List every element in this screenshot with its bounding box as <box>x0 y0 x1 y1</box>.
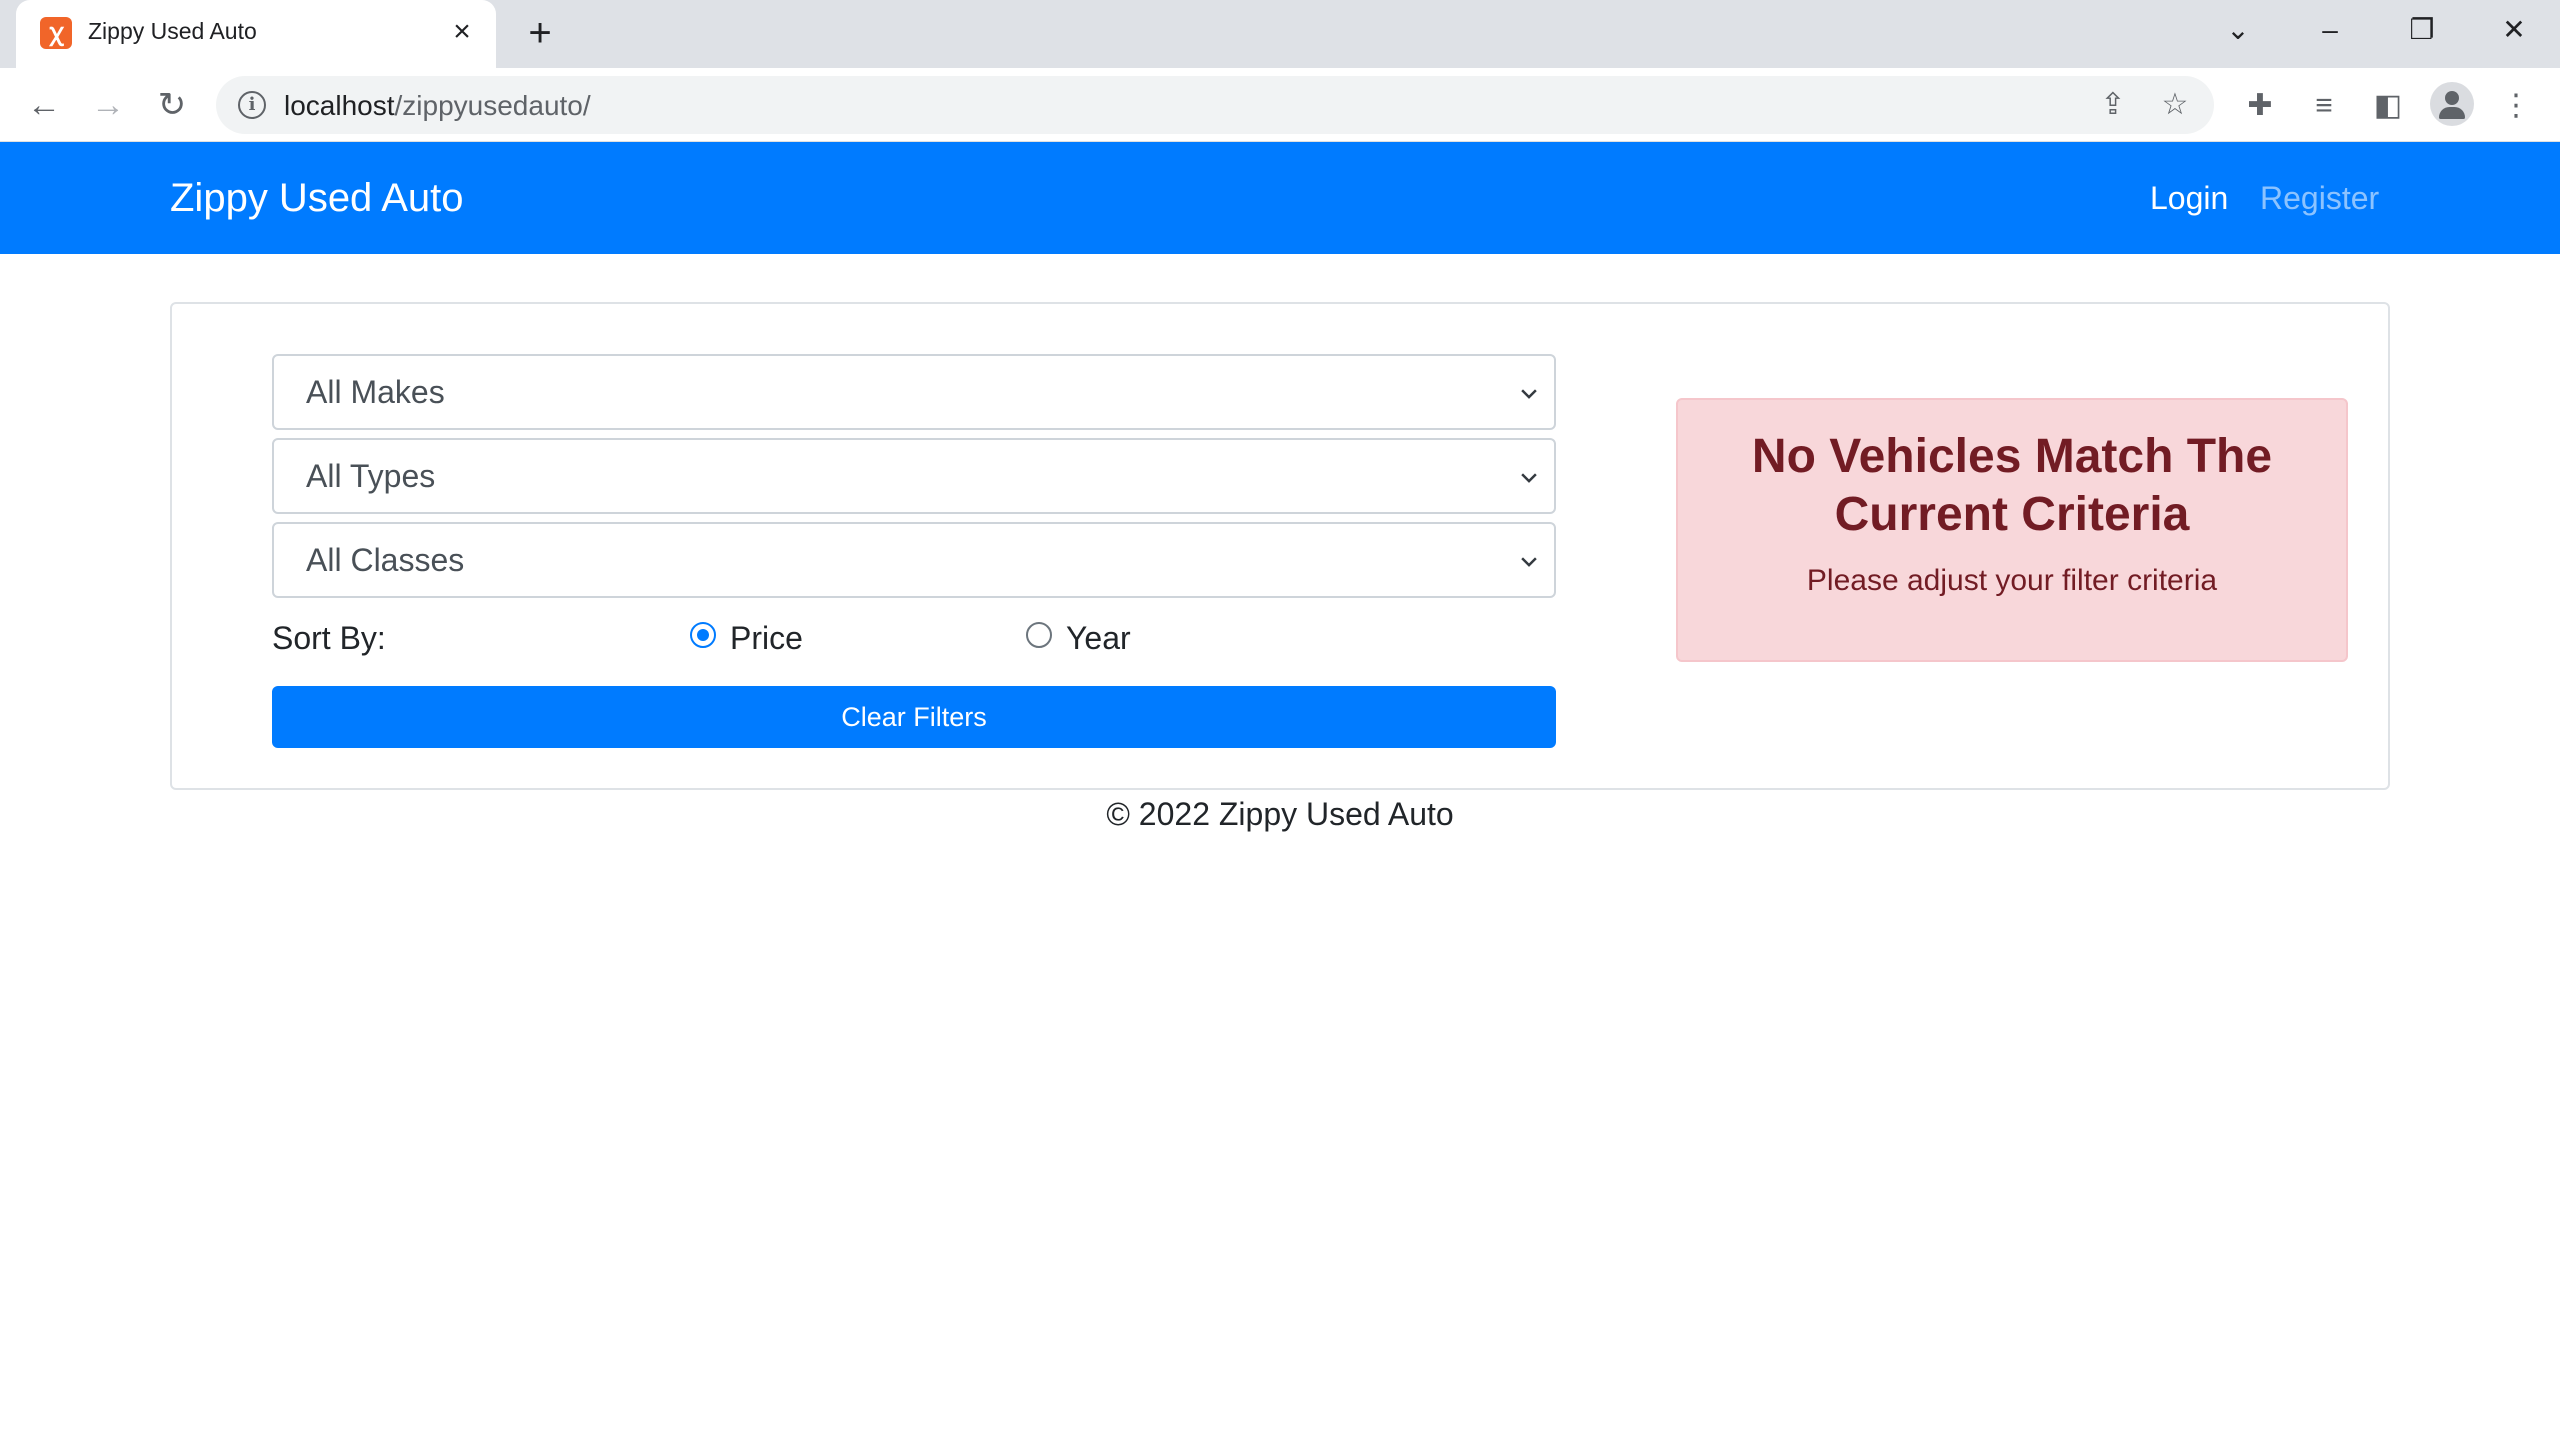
chevron-down-icon <box>1518 550 1540 572</box>
class-select-value: All Classes <box>306 542 465 578</box>
register-link[interactable]: Register <box>2260 180 2379 217</box>
tab-title: Zippy Used Auto <box>88 18 257 44</box>
side-panel-icon[interactable]: ◧ <box>2366 84 2410 128</box>
media-control-icon[interactable]: ≡ <box>2302 84 2346 128</box>
bookmark-star-icon[interactable]: ☆ <box>2156 86 2194 124</box>
login-link[interactable]: Login <box>2150 180 2228 217</box>
browser-toolbar: ← → ↻ i localhost/zippyusedauto/ ⇪ ☆ ✚ ≡… <box>0 68 2560 142</box>
profile-avatar-icon[interactable] <box>2430 82 2474 126</box>
browser-tab[interactable]: ꭓ Zippy Used Auto × <box>16 0 496 68</box>
xampp-icon: ꭓ <box>40 17 72 49</box>
site-navbar: Zippy Used Auto Login Register <box>0 142 2560 254</box>
no-results-alert: No Vehicles Match The Current Criteria P… <box>1676 398 2348 662</box>
sort-year-label[interactable]: Year <box>1066 620 1131 657</box>
sort-price-radio[interactable] <box>690 622 716 648</box>
close-tab-icon[interactable]: × <box>444 14 480 50</box>
navbar-brand[interactable]: Zippy Used Auto <box>170 176 464 221</box>
footer-copyright: © 2022 Zippy Used Auto <box>1106 796 1454 832</box>
restore-icon[interactable]: ❐ <box>2400 10 2444 50</box>
address-bar[interactable]: i localhost/zippyusedauto/ ⇪ ☆ <box>216 76 2214 134</box>
sort-year-radio[interactable] <box>1026 622 1052 648</box>
make-select-value: All Makes <box>306 374 445 410</box>
extensions-icon[interactable]: ✚ <box>2238 84 2282 128</box>
browser-tabstrip: ꭓ Zippy Used Auto × + ⌄ – ❐ ✕ <box>0 0 2560 68</box>
make-select[interactable]: All Makes <box>272 354 1556 430</box>
forward-icon[interactable]: → <box>86 84 130 128</box>
clear-filters-button[interactable]: Clear Filters <box>272 686 1556 748</box>
new-tab-icon[interactable]: + <box>520 13 560 54</box>
back-icon[interactable]: ← <box>22 84 66 128</box>
type-select[interactable]: All Types <box>272 438 1556 514</box>
site-info-icon[interactable]: i <box>238 91 266 119</box>
sort-by-label: Sort By: <box>272 620 386 656</box>
window-close-icon[interactable]: ✕ <box>2492 10 2536 50</box>
alert-text: Please adjust your filter criteria <box>1806 564 2218 597</box>
url-text[interactable]: localhost/zippyusedauto/ <box>284 90 591 122</box>
sort-price-label[interactable]: Price <box>730 620 803 657</box>
class-select[interactable]: All Classes <box>272 522 1556 598</box>
alert-heading: No Vehicles Match The Current Criteria <box>1751 430 2273 541</box>
share-icon[interactable]: ⇪ <box>2094 86 2132 124</box>
chevron-down-icon <box>1518 382 1540 404</box>
chevron-down-icon <box>1518 466 1540 488</box>
filter-card: All Makes All Types All Classes Sort By:… <box>170 302 2390 790</box>
type-select-value: All Types <box>306 458 436 494</box>
minimize-icon[interactable]: – <box>2308 10 2352 50</box>
reload-icon[interactable]: ↻ <box>150 84 194 128</box>
more-menu-icon[interactable]: ⋮ <box>2494 84 2538 128</box>
tab-search-icon[interactable]: ⌄ <box>2216 10 2260 50</box>
